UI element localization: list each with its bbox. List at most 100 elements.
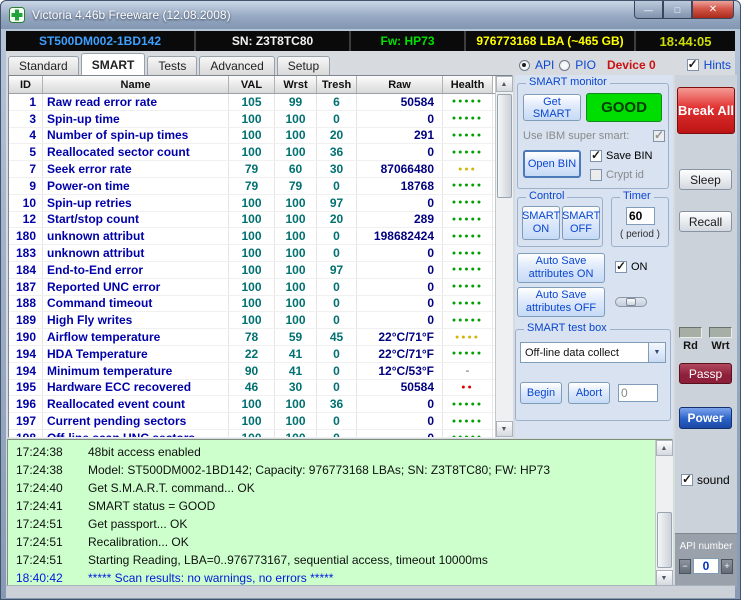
column-header-wrst[interactable]: Wrst (275, 76, 317, 93)
begin-button[interactable]: Begin (520, 382, 562, 404)
abort-button[interactable]: Abort (568, 382, 610, 404)
smart-attribute-row-197[interactable]: 197 Current pending sectors 100 100 0 0 ●●●●● (9, 413, 495, 430)
api-increment-button[interactable]: + (721, 558, 733, 574)
cell-wrst: 100 (275, 413, 317, 429)
tab-standard[interactable]: Standard (8, 56, 79, 75)
smart-attribute-row-5[interactable]: 5 Reallocated sector count 100 100 36 0 ●●●●● (9, 144, 495, 162)
sound-checkbox[interactable] (681, 472, 693, 486)
smart-attribute-row-4[interactable]: 4 Number of spin-up times 100 100 20 291 ●●●●● (9, 127, 495, 145)
timer-on-checkbox[interactable] (615, 259, 627, 273)
save-bin-checkbox[interactable] (590, 148, 602, 162)
log-scrollbar[interactable]: ▲ ▼ (655, 440, 673, 586)
timer-slider[interactable] (615, 297, 647, 307)
api-decrement-button[interactable]: − (679, 558, 691, 574)
timer-input[interactable] (626, 207, 655, 225)
scroll-down-icon[interactable]: ▼ (495, 421, 513, 437)
cell-id: 195 (9, 379, 43, 396)
smart-attribute-row-9[interactable]: 9 Power-on time 79 79 0 18768 ●●●●● (9, 177, 495, 195)
api-radio[interactable] (518, 59, 530, 71)
column-header-health[interactable]: Health (443, 76, 493, 93)
column-header-val[interactable]: VAL (229, 76, 275, 93)
column-header-tresh[interactable]: Tresh (317, 76, 357, 93)
crypt-id-checkbox[interactable] (590, 169, 602, 181)
smart-attribute-row-10[interactable]: 10 Spin-up retries 100 100 97 0 ●●●●● (9, 194, 495, 212)
tab-setup[interactable]: Setup (276, 56, 331, 75)
drive-info-bar: ST500DM002-1BD142 SN: Z3T8TC80 Fw: HP73 … (6, 31, 735, 51)
get-smart-button[interactable]: Get SMART (523, 94, 581, 121)
smart-attribute-row-194[interactable]: 194 HDA Temperature 22 41 0 22°C/71°F ●●●●● (9, 345, 495, 363)
recall-button[interactable]: Recall (679, 211, 732, 232)
log-scroll-thumb[interactable] (656, 512, 672, 568)
smart-attribute-row-198[interactable]: 198Off-line scan UNC sectors10010000●●●●… (9, 429, 495, 437)
smart-on-button[interactable]: SMART ON (522, 206, 560, 240)
break-all-button[interactable]: Break All (677, 87, 735, 134)
column-header-raw[interactable]: Raw (357, 76, 443, 93)
cell-name: Airflow temperature (43, 329, 229, 345)
tab-tests[interactable]: Tests (147, 56, 198, 75)
smart-attribute-row-12[interactable]: 12 Start/stop count 100 100 20 289 ●●●●● (9, 211, 495, 229)
pio-label: PIO (575, 58, 596, 72)
cell-raw: 50584 (357, 379, 443, 396)
cell-name: Start/stop count (43, 211, 229, 228)
smart-attribute-row-183[interactable]: 183 unknown attribut 100 100 0 0 ●●●●● (9, 245, 495, 262)
cell-raw: 0 (357, 413, 443, 429)
pio-radio[interactable] (559, 59, 571, 71)
cell-id: 180 (9, 228, 43, 245)
power-button[interactable]: Power (679, 407, 732, 429)
log-scroll-down-icon[interactable]: ▼ (655, 570, 673, 586)
auto-save-off-button[interactable]: Auto Save attributes OFF (517, 287, 605, 317)
cell-id: 12 (9, 211, 43, 228)
smart-attribute-row-190[interactable]: 190 Airflow temperature 78 59 45 22°C/71°F ●●●… (9, 329, 495, 346)
open-bin-button[interactable]: Open BIN (523, 150, 581, 178)
maximize-button[interactable]: □ (663, 1, 692, 19)
smart-attribute-row-194[interactable]: 194 Minimum temperature 90 41 0 12°C/53°F - (9, 362, 495, 380)
smart-attribute-row-7[interactable]: 7 Seek error rate 79 60 30 87066480 ●●● (9, 161, 495, 178)
titlebar[interactable]: Victoria 4.46b Freeware (12.08.2008) — □… (1, 1, 740, 29)
cell-tresh: 36 (317, 396, 357, 413)
log-line: 17:24:40 Get S.M.A.R.T. command... OK (16, 481, 255, 495)
cell-name: Spin-up time (43, 110, 229, 127)
auto-save-on-button[interactable]: Auto Save attributes ON (517, 253, 605, 283)
cell-id: 194 (9, 362, 43, 379)
tab-advanced[interactable]: Advanced (199, 56, 275, 75)
column-header-name[interactable]: Name (43, 76, 229, 93)
cell-name: Reported UNC error (43, 278, 229, 295)
table-scrollbar[interactable]: ▲ ▼ (495, 76, 513, 437)
cell-raw: 0 (357, 278, 443, 295)
log-scroll-up-icon[interactable]: ▲ (655, 440, 673, 456)
passport-button[interactable]: Passp (679, 363, 732, 384)
smart-attribute-row-1[interactable]: 1 Raw read error rate 105 99 6 50584 ●●●●● (9, 94, 495, 111)
smart-off-button[interactable]: SMART OFF (562, 206, 600, 240)
smart-attribute-row-189[interactable]: 189 High Fly writes 100 100 0 0 ●●●●● (9, 312, 495, 330)
api-number-input[interactable] (693, 558, 719, 574)
smart-attribute-row-180[interactable]: 180 unknown attribut 100 100 0 198682424 ●●●●● (9, 228, 495, 246)
tab-smart[interactable]: SMART (80, 53, 146, 75)
smart-attribute-row-188[interactable]: 188 Command timeout 100 100 0 0 ●●●●● (9, 295, 495, 313)
table-scroll-thumb[interactable] (496, 94, 512, 198)
minimize-button[interactable]: — (634, 1, 663, 19)
smart-attribute-row-187[interactable]: 187 Reported UNC error 100 100 0 0 ●●●●● (9, 278, 495, 296)
api-number-spinner: − + (675, 558, 737, 574)
cell-tresh: 0 (317, 228, 357, 245)
cell-tresh: 0 (317, 345, 357, 362)
smart-test-select[interactable]: Off-line data collect ▼ (520, 342, 666, 363)
smart-attribute-row-196[interactable]: 196 Reallocated event count 100 100 36 0 ●●●●● (9, 396, 495, 414)
cell-name: Spin-up retries (43, 194, 229, 211)
slider-thumb[interactable] (626, 298, 636, 306)
smart-attribute-row-195[interactable]: 195 Hardware ECC recovered 46 30 0 50584 ●● (9, 379, 495, 397)
scroll-up-icon[interactable]: ▲ (495, 76, 513, 92)
dropdown-arrow-icon[interactable]: ▼ (648, 343, 665, 362)
cell-val: 79 (229, 177, 275, 194)
sleep-button[interactable]: Sleep (679, 169, 732, 190)
smart-attribute-row-3[interactable]: 3 Spin-up time 100 100 0 0 ●●●●● (9, 110, 495, 128)
control-title: Control (526, 190, 568, 202)
close-button[interactable]: ✕ (692, 1, 734, 19)
ibm-smart-checkbox[interactable] (653, 128, 665, 142)
cell-name: unknown attribut (43, 228, 229, 245)
test-value-input[interactable] (618, 384, 658, 402)
smart-attribute-row-184[interactable]: 184 End-to-End error 100 100 97 0 ●●●●● (9, 261, 495, 279)
rw-meters: Rd Wrt (679, 327, 735, 352)
rw-meter-bars (679, 327, 735, 338)
hints-checkbox[interactable] (686, 57, 699, 71)
column-header-id[interactable]: ID (9, 76, 43, 93)
